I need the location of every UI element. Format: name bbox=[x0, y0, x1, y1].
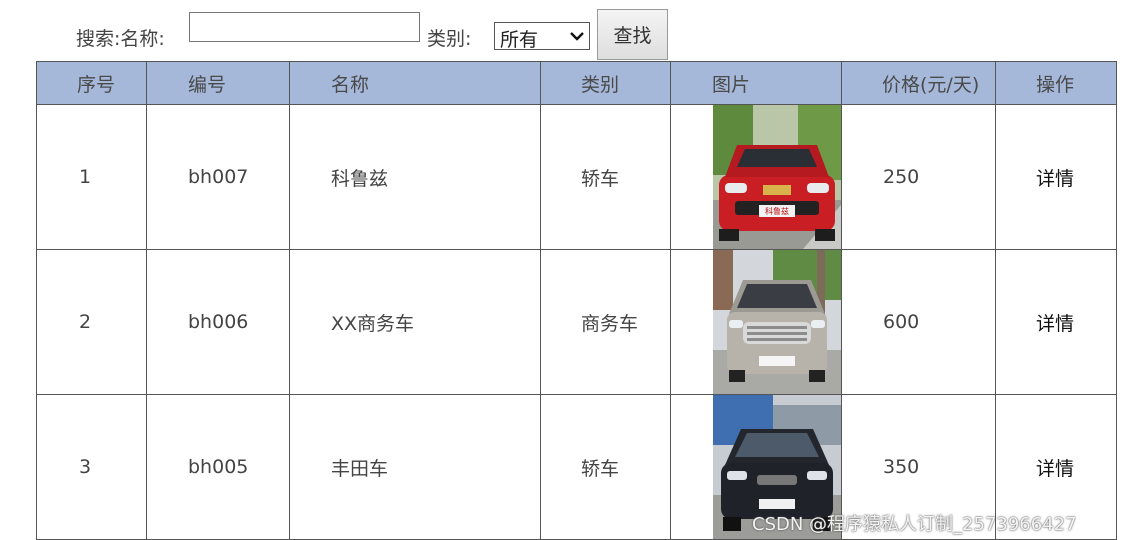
header-code: 编号 bbox=[146, 61, 290, 105]
row-type: 轿车 bbox=[540, 394, 671, 540]
row-price: 600 bbox=[841, 249, 996, 395]
search-name-label: 搜索:名称: bbox=[76, 28, 165, 50]
dark-sedan-photo bbox=[713, 395, 841, 539]
type-select-value: 所有 bbox=[500, 29, 539, 51]
detail-link[interactable]: 详情 bbox=[997, 454, 1116, 481]
row-price: 350 bbox=[841, 394, 996, 540]
row-index: 3 bbox=[36, 394, 147, 540]
row-code: bh007 bbox=[146, 104, 290, 250]
row-code: bh006 bbox=[146, 249, 290, 395]
type-label: 类别: bbox=[427, 28, 472, 50]
row-action: 详情 bbox=[995, 394, 1117, 540]
row-image bbox=[670, 249, 842, 395]
row-action: 详情 bbox=[995, 104, 1117, 250]
header-image: 图片 bbox=[670, 61, 842, 105]
table-row: 2 bh006 XX商务车 商务车 600 详情 bbox=[36, 249, 1117, 395]
row-type: 轿车 bbox=[540, 104, 671, 250]
row-action: 详情 bbox=[995, 249, 1117, 395]
header-name: 名称 bbox=[289, 61, 541, 105]
search-bar: 搜索:名称: 类别: 所有 查找 bbox=[0, 0, 1133, 60]
row-image: 科鲁兹 bbox=[670, 104, 842, 250]
table-row: 1 bh007 科鲁兹 轿车 科鲁兹 250 详情 bbox=[36, 104, 1117, 250]
row-type: 商务车 bbox=[540, 249, 671, 395]
red-sedan-photo: 科鲁兹 bbox=[713, 105, 841, 249]
row-index: 2 bbox=[36, 249, 147, 395]
silver-mpv-photo bbox=[713, 250, 841, 394]
row-image bbox=[670, 394, 842, 540]
type-select[interactable]: 所有 bbox=[494, 22, 590, 51]
table-header-row: 序号 编号 名称 类别 图片 价格(元/天) 操作 bbox=[36, 61, 1117, 105]
header-index: 序号 bbox=[36, 61, 147, 105]
row-index: 1 bbox=[36, 104, 147, 250]
car-table: 序号 编号 名称 类别 图片 价格(元/天) 操作 1 bh007 科鲁兹 轿车 bbox=[36, 61, 1117, 540]
row-name: XX商务车 bbox=[289, 249, 541, 395]
search-button[interactable]: 查找 bbox=[597, 9, 668, 60]
row-name: 科鲁兹 bbox=[289, 104, 541, 250]
name-search-input[interactable] bbox=[189, 12, 420, 42]
row-code: bh005 bbox=[146, 394, 290, 540]
table-row: 3 bh005 丰田车 轿车 350 详情 bbox=[36, 394, 1117, 540]
row-name: 丰田车 bbox=[289, 394, 541, 540]
header-price: 价格(元/天) bbox=[841, 61, 996, 105]
header-action: 操作 bbox=[995, 61, 1117, 105]
header-type: 类别 bbox=[540, 61, 671, 105]
chevron-down-icon bbox=[570, 32, 584, 41]
row-price: 250 bbox=[841, 104, 996, 250]
detail-link[interactable]: 详情 bbox=[997, 309, 1116, 336]
svg-text:科鲁兹: 科鲁兹 bbox=[765, 206, 789, 216]
detail-link[interactable]: 详情 bbox=[997, 164, 1116, 191]
